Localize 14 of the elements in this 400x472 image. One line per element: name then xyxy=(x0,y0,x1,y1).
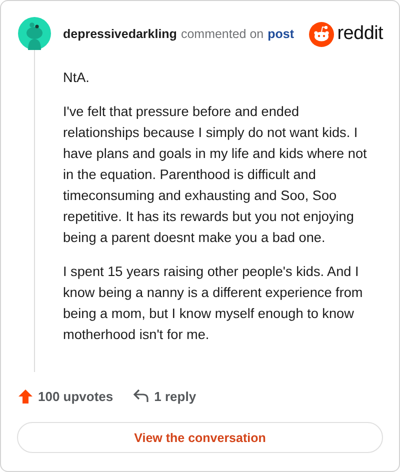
username[interactable]: depressivedarkling xyxy=(63,27,177,41)
upvote-count: 100 upvotes xyxy=(38,388,114,404)
brand-name: reddit xyxy=(337,23,383,45)
post-link[interactable]: post xyxy=(268,27,294,41)
reply-count: 1 reply xyxy=(154,388,196,404)
comment-paragraph: I've felt that pressure before and ended relationships because I simply do not want kids. I have plans and goals in my life and kids where not in the equation. Parenthood is difficult and timeconsuming and exhausting and Soo, Soo repetitive. It has its rewards but you not enjoying being a parent doesnt make you a bad one. xyxy=(63,103,368,247)
action-text: commented on xyxy=(180,27,264,41)
comment-paragraph: I spent 15 years raising other people's kids. And I know being a nanny is a different experience from being a mom, but I know myself enough to know motherhood isn't for me. xyxy=(63,263,364,344)
alien-logo-icon xyxy=(309,22,334,46)
comment-paragraph: NtA. xyxy=(63,69,90,87)
avatar-icon xyxy=(18,17,50,50)
upvote-arrow-icon[interactable] xyxy=(18,388,33,404)
reply-arrow-icon[interactable] xyxy=(133,389,150,403)
view-conversation-button[interactable]: View the conversation xyxy=(17,422,383,453)
